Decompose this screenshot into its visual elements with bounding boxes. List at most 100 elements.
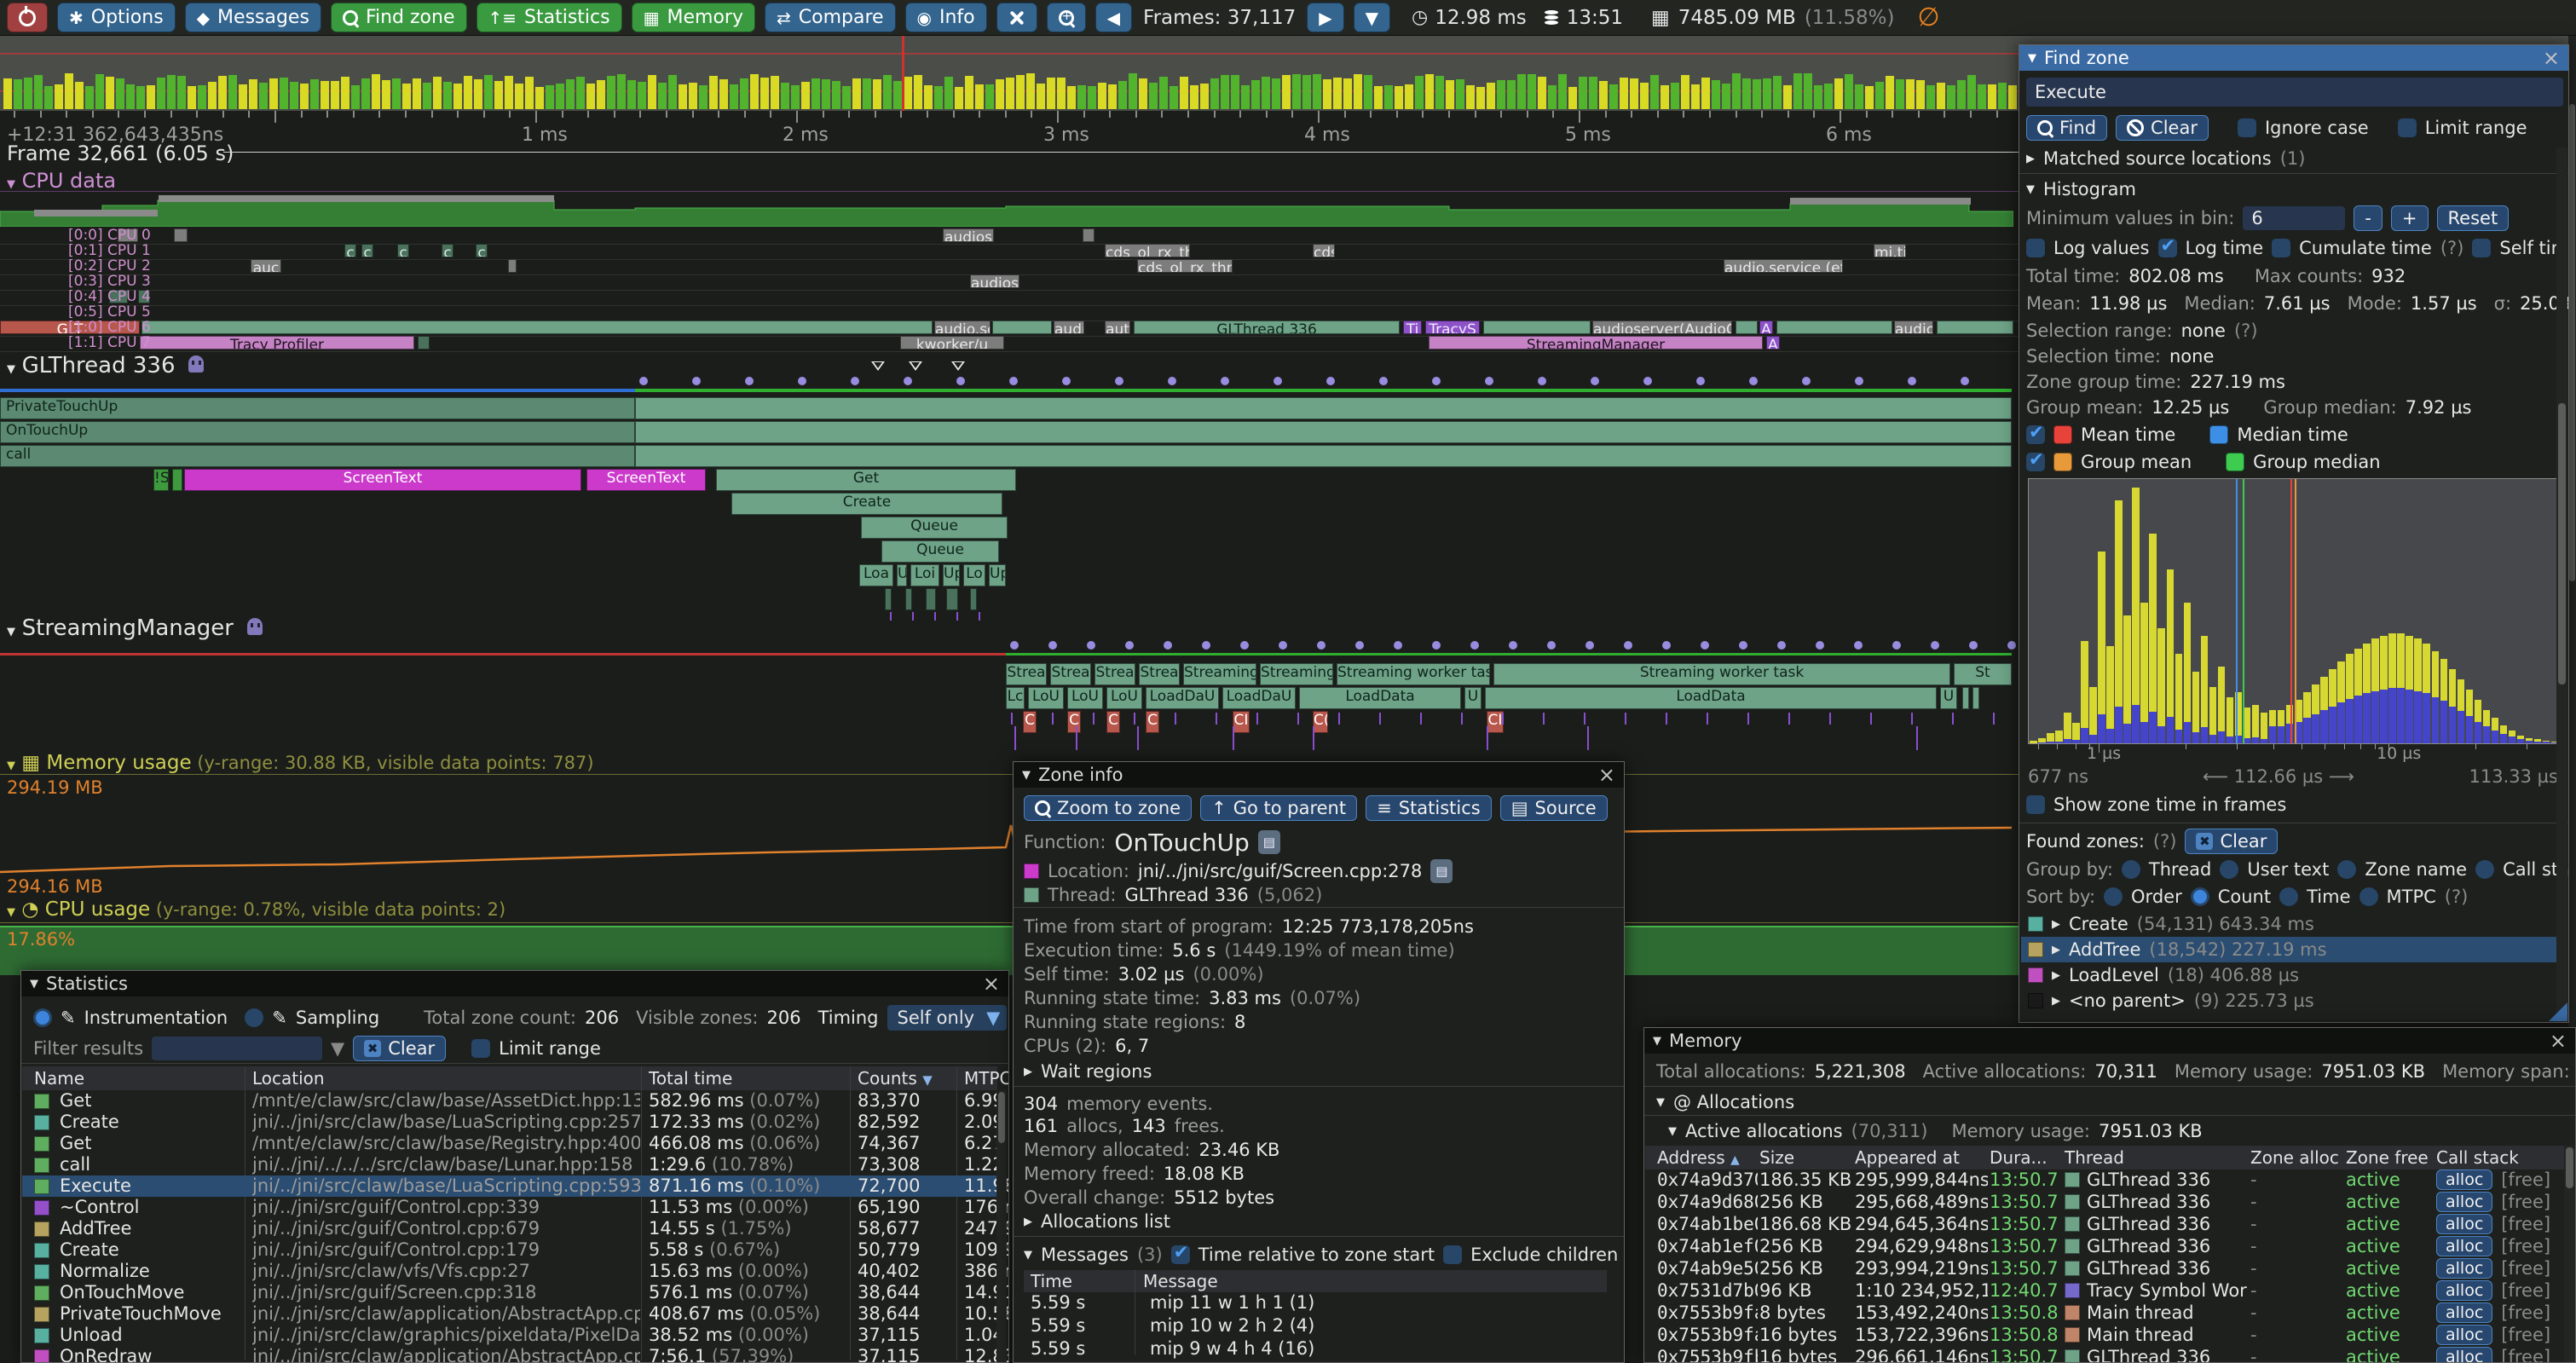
frame-bar[interactable]: [116, 78, 124, 109]
frame-bar[interactable]: [106, 77, 114, 109]
frame-bar[interactable]: [1773, 76, 1782, 109]
frame-bar[interactable]: [842, 86, 851, 109]
group-by-option[interactable]: Zone name: [2337, 859, 2467, 880]
message-dot[interactable]: [1062, 377, 1071, 385]
message-dot[interactable]: [1701, 641, 1709, 650]
timeline-zone[interactable]: aut: [1105, 321, 1130, 334]
prev-frame-button[interactable]: ◀: [1095, 3, 1132, 32]
column-header[interactable]: Thread: [2065, 1147, 2129, 1168]
frame-bar[interactable]: [1701, 78, 1710, 109]
free-link[interactable]: [free]: [2501, 1347, 2550, 1363]
frame-bar[interactable]: [1354, 74, 1362, 109]
frame-bar[interactable]: [904, 77, 912, 109]
message-dot[interactable]: [1009, 377, 1018, 385]
sampling-radio[interactable]: ✎Sampling: [245, 1008, 379, 1028]
timeline-zone[interactable]: Up: [989, 564, 1006, 586]
frame-bar[interactable]: [310, 79, 319, 109]
zoom-to-zone-button[interactable]: Zoom to zone: [1024, 795, 1192, 821]
frame-bar[interactable]: [1272, 78, 1280, 109]
timeline-zone[interactable]: [1937, 321, 2013, 334]
message-dot[interactable]: [1274, 377, 1282, 385]
message-dot[interactable]: [2007, 641, 2016, 650]
checkbox[interactable]: [471, 1039, 490, 1058]
frame-bar[interactable]: [811, 78, 820, 109]
frame-bar[interactable]: [464, 76, 472, 109]
message-dot[interactable]: [1739, 641, 1747, 650]
message-dot[interactable]: [1509, 641, 1517, 650]
frame-bar[interactable]: [1568, 87, 1577, 109]
frame-bar[interactable]: [730, 84, 738, 109]
funnel-icon[interactable]: ▼: [331, 1038, 344, 1059]
find-zone-scrollbar-thumb[interactable]: [2558, 403, 2566, 684]
timeline-zone[interactable]: [1776, 321, 1892, 334]
frame-bar[interactable]: [208, 82, 217, 109]
frame-bar[interactable]: [259, 83, 268, 109]
column-header[interactable]: Appeared at: [1855, 1147, 1965, 1168]
allocation-row[interactable]: 0x7553b9fa9016 bytes153,722,396ns13:50.8…: [1645, 1325, 2564, 1347]
timeline-zone[interactable]: CI: [1233, 711, 1250, 733]
frame-bar[interactable]: [1742, 78, 1751, 109]
frame-bar[interactable]: [351, 85, 360, 109]
timeline-zone[interactable]: GLThread 336: [1134, 321, 1400, 334]
timeline-zone[interactable]: [1483, 321, 1591, 334]
frame-bar[interactable]: [750, 74, 759, 109]
timeline-zone[interactable]: St: [1954, 663, 2012, 685]
column-header[interactable]: Name: [34, 1068, 90, 1089]
timeline-zone[interactable]: Lc: [1006, 687, 1025, 709]
table-row[interactable]: Createjni/../jni/src/claw/base/LuaScript…: [22, 1112, 997, 1133]
frame-bar[interactable]: [1712, 80, 1720, 109]
checkbox[interactable]: [1443, 1245, 1462, 1264]
alloc-button[interactable]: alloc: [2436, 1214, 2492, 1234]
message-dot[interactable]: [1696, 377, 1705, 385]
show-zone-time-checkbox[interactable]: Show zone time in frames: [2026, 794, 2286, 815]
frame-bar[interactable]: [760, 78, 769, 109]
frame-bar[interactable]: [1231, 75, 1239, 109]
frame-bar[interactable]: [566, 79, 575, 109]
column-header[interactable]: Message: [1143, 1271, 1223, 1291]
message-dot[interactable]: [1115, 377, 1123, 385]
timeline-zone[interactable]: Strea: [1095, 663, 1135, 685]
frame-bar[interactable]: [1129, 73, 1137, 109]
timeline-zone[interactable]: A: [1766, 336, 1780, 349]
timeline-zone[interactable]: [926, 588, 936, 610]
frame-bar[interactable]: [975, 84, 984, 109]
radio[interactable]: [2359, 887, 2378, 906]
frame-bar[interactable]: [1476, 87, 1485, 109]
frame-bar[interactable]: [658, 83, 667, 109]
log-time-checkbox[interactable]: Log time: [2158, 238, 2264, 258]
radio[interactable]: [2122, 860, 2140, 879]
frame-bar[interactable]: [239, 84, 247, 109]
help-icon[interactable]: (?): [2153, 831, 2177, 852]
timeline-zone[interactable]: [418, 336, 430, 349]
column-header[interactable]: Size: [1759, 1147, 1799, 1168]
frame-bar[interactable]: [607, 76, 615, 109]
timeline-zone[interactable]: [635, 397, 2012, 419]
timeline-zone[interactable]: LoadData: [1485, 687, 1937, 709]
timeline-zone[interactable]: kworker/u: [900, 336, 1004, 349]
timeline-zone[interactable]: U: [897, 564, 907, 586]
message-dot[interactable]: [1624, 641, 1632, 650]
time-relative-checkbox[interactable]: Time relative to zone start: [1171, 1245, 1435, 1265]
timeline-zone[interactable]: Strea: [1006, 663, 1047, 685]
zone-info-window-titlebar[interactable]: ▼Zone info×: [1014, 762, 1624, 788]
message-dot[interactable]: [1854, 641, 1863, 650]
table-row[interactable]: Normalizejni/../jni/src/claw/vfs/Vfs.cpp…: [22, 1261, 997, 1282]
timeline-zone[interactable]: [142, 321, 933, 334]
free-link[interactable]: [free]: [2501, 1302, 2550, 1323]
self-time-checkbox[interactable]: Self time: [2472, 238, 2569, 258]
memory-button[interactable]: ▦Memory: [632, 3, 755, 32]
frame-bar[interactable]: [228, 75, 237, 109]
frame-bar[interactable]: [1865, 86, 1874, 109]
frame-bar[interactable]: [944, 77, 953, 109]
frame-bar[interactable]: [1364, 75, 1372, 109]
sort-by-option[interactable]: Order: [2104, 887, 2182, 907]
frame-bar[interactable]: [1814, 85, 1822, 109]
frame-bar[interactable]: [341, 77, 349, 109]
message-dot[interactable]: [1969, 641, 1978, 650]
frame-bar[interactable]: [1538, 77, 1546, 109]
frame-bar[interactable]: [1415, 76, 1424, 109]
frame-bar[interactable]: [1926, 85, 1935, 109]
frame-bar[interactable]: [484, 75, 493, 109]
checkbox[interactable]: [2026, 795, 2045, 814]
message-row[interactable]: 5.59 smip 9 w 4 h 4 (16): [1024, 1338, 1607, 1361]
